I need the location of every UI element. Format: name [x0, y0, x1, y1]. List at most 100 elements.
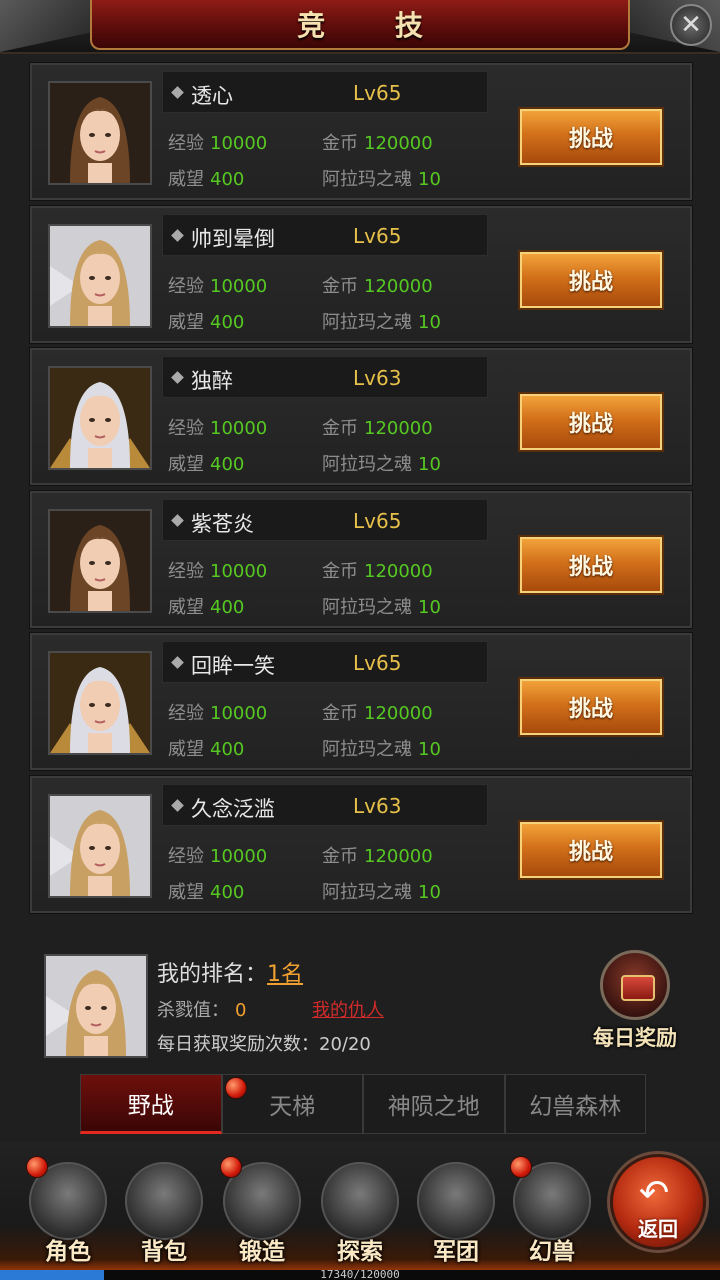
soul-stat: 阿拉玛之魂 10 — [322, 735, 441, 761]
tab-3[interactable]: 幻兽森林 — [504, 1074, 646, 1134]
challenge-button[interactable]: 挑战 — [518, 534, 664, 595]
gold-stat: 金币 120000 — [322, 557, 433, 583]
kill-value: 0 — [235, 1000, 247, 1021]
soul-stat: 阿拉玛之魂 10 — [322, 450, 441, 476]
nav-button-0[interactable]: 角色 — [26, 1156, 110, 1272]
gold-stat: 金币 120000 — [322, 842, 433, 868]
gold-stat: 金币 120000 — [322, 414, 433, 440]
soul-stat: 阿拉玛之魂 10 — [322, 593, 441, 619]
nav-label: 背包 — [141, 1239, 187, 1265]
player-level: Lv63 — [353, 366, 402, 390]
soul-value: 10 — [418, 169, 441, 190]
nav-button-5[interactable]: 幻兽 — [510, 1156, 594, 1272]
soul-label: 阿拉玛之魂 — [322, 881, 412, 903]
diamond-bullet-icon — [171, 656, 184, 669]
exp-label: 经验 — [168, 703, 204, 724]
gold-label: 金币 — [322, 703, 358, 724]
nav-button-1[interactable]: 背包 — [122, 1162, 206, 1272]
soul-label: 阿拉玛之魂 — [322, 169, 412, 190]
exp-stat: 经验 10000 — [168, 557, 267, 583]
my-rank: 我的排名：1名 — [157, 956, 303, 988]
my-rank-panel: 我的排名：1名 杀戮值： 0 我的仇人 每日获取奖励次数：20/20 每日奖励 — [30, 930, 692, 1070]
nav-label: 锻造 — [239, 1239, 285, 1265]
diamond-bullet-icon — [171, 228, 184, 242]
prestige-stat: 威望 400 — [168, 450, 244, 476]
avatar — [48, 81, 152, 185]
exp-value: 10000 — [210, 703, 268, 724]
tab-2[interactable]: 神陨之地 — [363, 1074, 505, 1134]
exp-label: 经验 — [168, 133, 204, 154]
prestige-value: 400 — [210, 454, 245, 475]
kill-label: 杀戮值： — [157, 1000, 229, 1021]
challenge-button[interactable]: 挑战 — [518, 677, 664, 737]
soul-label: 阿拉玛之魂 — [322, 454, 412, 475]
avatar — [48, 651, 152, 755]
close-x-icon[interactable]: ✕ — [670, 4, 712, 46]
nav-label: 军团 — [433, 1239, 479, 1265]
exp-stat: 经验 10000 — [168, 414, 267, 440]
soul-value: 10 — [418, 881, 441, 903]
player-name: 久念泛滥 — [191, 796, 275, 821]
tab-1[interactable]: 天梯 — [221, 1074, 363, 1134]
opponent-card: 回眸一笑 Lv65 经验 10000 金币 120000 威望 400 阿拉玛之魂 10 挑战 — [29, 632, 693, 771]
gold-label: 金币 — [322, 560, 358, 582]
exp-label: 经验 — [168, 845, 204, 867]
prestige-value: 400 — [210, 169, 245, 190]
diamond-bullet-icon — [171, 371, 184, 384]
player-level: Lv65 — [353, 651, 402, 675]
rank-label: 我的排名： — [157, 962, 268, 987]
prestige-label: 威望 — [168, 454, 204, 475]
exp-label: 经验 — [168, 275, 204, 297]
prestige-label: 威望 — [168, 596, 204, 618]
challenge-button[interactable]: 挑战 — [518, 392, 664, 452]
prestige-stat: 威望 400 — [168, 878, 244, 904]
gauntlet-icon — [417, 1162, 495, 1240]
bag-icon — [125, 1162, 203, 1240]
soul-label: 阿拉玛之魂 — [322, 739, 412, 760]
opponent-card: 独醉 Lv63 经验 10000 金币 120000 威望 400 阿拉玛之魂 10 挑战 — [29, 347, 693, 486]
exp-text: 17340/120000 — [320, 1268, 400, 1280]
exp-stat: 经验 10000 — [168, 129, 267, 155]
tab-label: 天梯 — [269, 1094, 316, 1120]
my-enemies-link[interactable]: 我的仇人 — [312, 996, 384, 1022]
prestige-label: 威望 — [168, 881, 204, 903]
tab-0[interactable]: 野战 — [80, 1074, 222, 1134]
player-level: Lv63 — [353, 793, 402, 818]
nav-button-3[interactable]: 探索 — [318, 1162, 402, 1272]
nav-button-2[interactable]: 锻造 — [220, 1156, 304, 1272]
daily-reward-button[interactable]: 每日奖励 — [585, 950, 685, 1060]
prestige-stat: 威望 400 — [168, 165, 244, 191]
nav-button-4[interactable]: 军团 — [414, 1162, 498, 1272]
name-bar: 透心 Lv65 — [162, 71, 488, 113]
opponent-card: 紫苍炎 Lv65 经验 10000 金币 120000 威望 400 阿拉玛之魂 10 挑战 — [29, 489, 693, 629]
gold-label: 金币 — [322, 418, 358, 439]
notification-dot-icon — [224, 1077, 247, 1099]
prestige-value: 400 — [210, 881, 245, 903]
avatar — [48, 508, 152, 613]
kill-value-row: 杀戮值： 0 — [157, 996, 246, 1022]
exp-value: 10000 — [210, 418, 268, 439]
prestige-label: 威望 — [168, 739, 204, 760]
rank-value[interactable]: 1名 — [267, 962, 303, 987]
player-level: Lv65 — [353, 508, 402, 533]
prestige-stat: 威望 400 — [168, 735, 244, 761]
avatar — [48, 223, 152, 328]
exp-value: 10000 — [210, 275, 268, 297]
gold-value: 120000 — [364, 418, 433, 439]
name-bar: 久念泛滥 Lv63 — [162, 783, 488, 826]
challenge-button[interactable]: 挑战 — [518, 249, 664, 310]
challenge-button[interactable]: 挑战 — [518, 819, 664, 880]
exp-label: 经验 — [168, 418, 204, 439]
nav-label: 探索 — [337, 1239, 383, 1265]
daily-reward-label: 每日奖励 — [593, 1026, 677, 1050]
tab-label: 神陨之地 — [387, 1094, 480, 1120]
reward-count: 每日获取奖励次数：20/20 — [157, 1034, 371, 1055]
player-name: 独醉 — [191, 369, 233, 393]
name-bar: 回眸一笑 Lv65 — [162, 641, 488, 683]
tab-label: 野战 — [127, 1093, 174, 1119]
challenge-button[interactable]: 挑战 — [518, 107, 664, 167]
back-button[interactable]: ↶ 返回 — [607, 1151, 709, 1253]
diamond-bullet-icon — [171, 513, 184, 527]
soul-label: 阿拉玛之魂 — [322, 311, 412, 333]
opponent-card: 透心 Lv65 经验 10000 金币 120000 威望 400 阿拉玛之魂 10 挑战 — [29, 62, 693, 201]
